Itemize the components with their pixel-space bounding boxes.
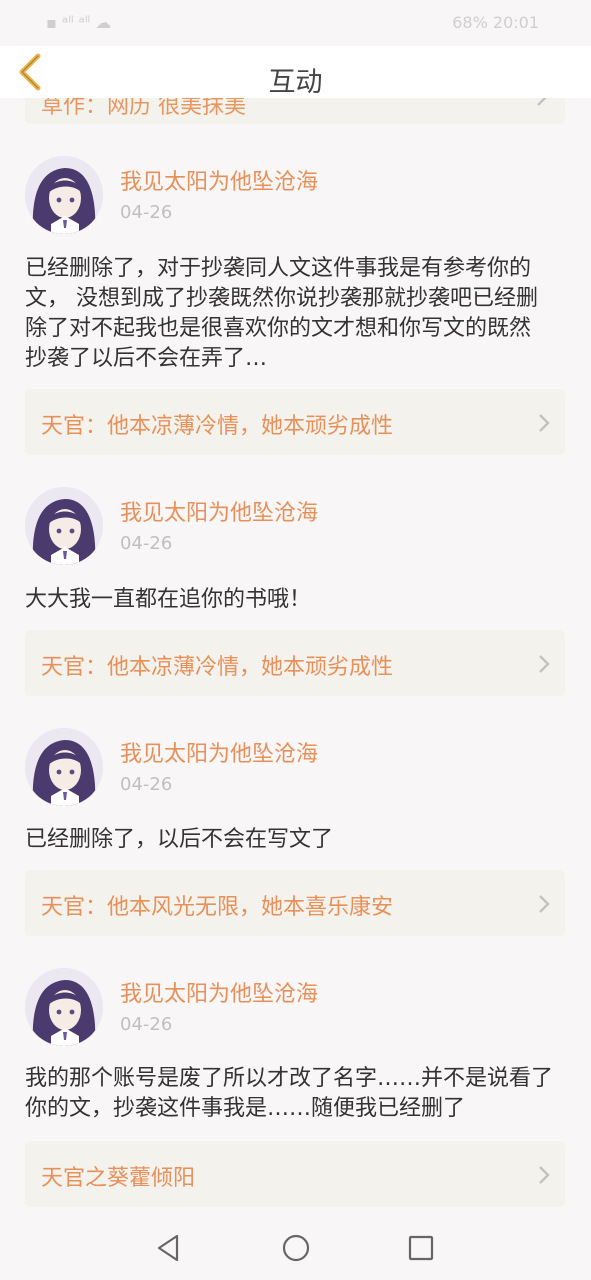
comment-text: 大大我一直都在追你的书哦！ bbox=[25, 587, 312, 612]
book-title: 天官：他本凉薄冷情，她本顽劣成性 bbox=[41, 414, 394, 439]
comment-text: 我的那个账号是废了所以才改了名字……并不是说看了 你的文，抄袭这件事我是……随便… bbox=[25, 1066, 554, 1121]
status-bar: ▪ ᵃˡˡ ᵃˡˡ ☁ 68% 20:01 bbox=[0, 0, 591, 46]
username[interactable]: 我见太阳为他坠沧海 bbox=[120, 736, 318, 768]
username[interactable]: 我见太阳为他坠沧海 bbox=[120, 164, 318, 196]
avatar[interactable] bbox=[25, 968, 103, 1046]
comment-date: 04-26 bbox=[120, 533, 173, 554]
book-card[interactable]: 天官：他本风光无限，她本喜乐康安 bbox=[25, 870, 565, 936]
avatar[interactable] bbox=[25, 728, 103, 806]
nav-home-button[interactable] bbox=[280, 1232, 312, 1264]
comment-text: 已经删除了，对于抄袭同人文这件事我是有参考你的 文， 没想到成了抄袭既然你说抄袭… bbox=[25, 256, 538, 371]
book-card[interactable]: 天官：他本凉薄冷情，她本顽劣成性 bbox=[25, 630, 565, 696]
circle-home-icon bbox=[282, 1234, 310, 1262]
username[interactable]: 我见太阳为他坠沧海 bbox=[120, 976, 318, 1008]
book-title: 天官：他本凉薄冷情，她本顽劣成性 bbox=[41, 655, 394, 680]
comment-date: 04-26 bbox=[120, 774, 173, 795]
comment-item: 我见太阳为他坠沧海 04-26 已经删除了，以后不会在写文了 天官：他本风光无限… bbox=[0, 728, 591, 938]
book-title: 天官：他本风光无限，她本喜乐康安 bbox=[41, 895, 394, 920]
comment-date: 04-26 bbox=[120, 202, 173, 223]
username[interactable]: 我见太阳为他坠沧海 bbox=[120, 495, 318, 527]
comment-text: 已经删除了，以后不会在写文了 bbox=[25, 827, 334, 852]
comment-item: 我见太阳为他坠沧海 04-26 已经删除了，对于抄袭同人文这件事我是有参考你的 … bbox=[0, 156, 591, 456]
book-title: 天官之葵藿倾阳 bbox=[41, 1166, 196, 1191]
comment-feed[interactable]: 草作：网历 很美抹美 我见太阳为他坠沧海 04-26 已经删除了，对于抄袭同人文… bbox=[0, 0, 591, 1215]
book-card[interactable]: 天官之葵藿倾阳 bbox=[25, 1141, 565, 1207]
chevron-right-icon bbox=[539, 655, 550, 673]
nav-recent-button[interactable] bbox=[405, 1232, 437, 1264]
comment-date: 04-26 bbox=[120, 1014, 173, 1035]
avatar[interactable] bbox=[25, 487, 103, 565]
chevron-right-icon bbox=[539, 1166, 550, 1184]
avatar[interactable] bbox=[25, 156, 103, 234]
status-signal-indicators: ▪ ᵃˡˡ ᵃˡˡ ☁ bbox=[46, 13, 112, 32]
page-title: 互动 bbox=[268, 67, 323, 98]
chevron-right-icon bbox=[539, 895, 550, 913]
system-nav-bar bbox=[0, 1215, 591, 1280]
book-card[interactable]: 天官：他本凉薄冷情，她本顽劣成性 bbox=[25, 389, 565, 455]
top-nav-bar: 互动 bbox=[0, 46, 591, 98]
comment-item: 我见太阳为他坠沧海 04-26 大大我一直都在追你的书哦！ 天官：他本凉薄冷情，… bbox=[0, 487, 591, 697]
comment-item: 我见太阳为他坠沧海 04-26 我的那个账号是废了所以才改了名字……并不是说看了… bbox=[0, 968, 591, 1208]
triangle-back-icon bbox=[157, 1234, 179, 1262]
nav-back-button[interactable] bbox=[153, 1232, 185, 1264]
chevron-right-icon bbox=[539, 414, 550, 432]
square-recent-icon bbox=[408, 1235, 434, 1261]
status-battery-time: 68% 20:01 bbox=[452, 13, 539, 32]
